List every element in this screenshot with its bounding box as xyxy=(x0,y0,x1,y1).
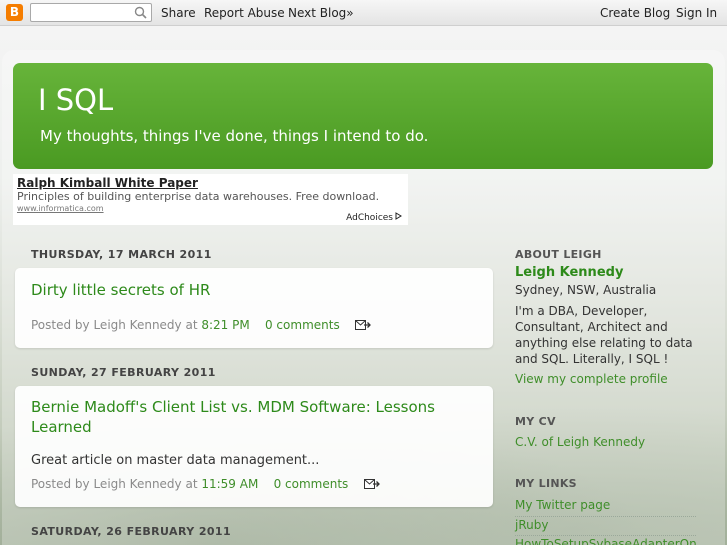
post-time-link[interactable]: 8:21 PM xyxy=(201,318,249,332)
profile-bio: I'm a DBA, Developer, Consultant, Archit… xyxy=(515,303,695,367)
sidebar-link-sybase[interactable]: HowToSetupSybaseAdapterOn xyxy=(515,537,705,545)
blogger-logo-icon[interactable]: B xyxy=(6,4,23,21)
search-icon[interactable] xyxy=(134,6,147,19)
bio-line: anything else relating to data xyxy=(515,336,693,350)
profile-name-link[interactable]: Leigh Kennedy xyxy=(515,265,623,280)
cv-heading: MY CV xyxy=(515,415,556,428)
bio-line: Consultant, Architect and xyxy=(515,320,668,334)
view-profile-link[interactable]: View my complete profile xyxy=(515,372,668,386)
profile-location: Sydney, NSW, Australia xyxy=(515,283,657,297)
ad-url-link[interactable]: www.informatica.com xyxy=(17,204,104,213)
ad-choices-label: AdChoices xyxy=(346,213,393,223)
bio-line: and SQL. Literally, I SQL ! xyxy=(515,352,669,366)
blogger-navbar: B Share Report Abuse Next Blog» Create B… xyxy=(0,0,727,26)
post-title-link[interactable]: Bernie Madoff's Client List vs. MDM Soft… xyxy=(31,397,435,437)
post-title-line: Learned xyxy=(31,418,92,436)
sidebar-link-twitter[interactable]: My Twitter page xyxy=(515,498,610,512)
link-divider xyxy=(515,516,696,517)
link-divider xyxy=(515,535,696,536)
ad-choices-icon xyxy=(395,212,402,220)
report-abuse-link[interactable]: Report Abuse xyxy=(204,6,285,20)
ad-text: Principles of building enterprise data w… xyxy=(17,190,380,203)
blog-post: Dirty little secrets of HR Posted by Lei… xyxy=(15,268,493,348)
date-header: SUNDAY, 27 FEBRUARY 2011 xyxy=(31,366,216,379)
about-heading: ABOUT LEIGH xyxy=(515,248,602,261)
post-footer: Posted by Leigh Kennedy at 8:21 PM 0 com… xyxy=(31,318,371,332)
blog-post: Bernie Madoff's Client List vs. MDM Soft… xyxy=(15,386,493,507)
ad-choices-link[interactable]: AdChoices xyxy=(346,212,402,223)
post-title-link[interactable]: Dirty little secrets of HR xyxy=(31,280,210,300)
email-post-icon[interactable] xyxy=(354,320,371,330)
bio-line: I'm a DBA, Developer, xyxy=(515,304,648,318)
ad-title-link[interactable]: Ralph Kimball White Paper xyxy=(17,176,198,190)
search-input[interactable] xyxy=(30,3,152,22)
sign-in-link[interactable]: Sign In xyxy=(676,6,717,20)
cv-link[interactable]: C.V. of Leigh Kennedy xyxy=(515,435,645,449)
post-title-line: Bernie Madoff's Client List vs. MDM Soft… xyxy=(31,398,435,416)
post-footer: Posted by Leigh Kennedy at 11:59 AM 0 co… xyxy=(31,477,380,491)
post-body: Great article on master data management.… xyxy=(31,453,320,468)
email-post-icon[interactable] xyxy=(363,479,380,489)
links-heading: MY LINKS xyxy=(515,477,577,490)
post-author: Posted by Leigh Kennedy at xyxy=(31,477,198,491)
date-header: THURSDAY, 17 MARCH 2011 xyxy=(31,248,212,261)
date-header: SATURDAY, 26 FEBRUARY 2011 xyxy=(31,525,232,538)
comments-link[interactable]: 0 comments xyxy=(274,477,349,491)
blog-description: My thoughts, things I've done, things I … xyxy=(40,127,429,145)
post-time-link[interactable]: 11:59 AM xyxy=(201,477,258,491)
next-blog-link[interactable]: Next Blog» xyxy=(288,6,354,20)
post-author: Posted by Leigh Kennedy at xyxy=(31,318,198,332)
comments-link[interactable]: 0 comments xyxy=(265,318,340,332)
blog-header: I SQL My thoughts, things I've done, thi… xyxy=(13,63,713,169)
share-link[interactable]: Share xyxy=(161,6,196,20)
sidebar-link-jruby[interactable]: jRuby xyxy=(515,518,548,532)
create-blog-link[interactable]: Create Blog xyxy=(600,6,670,20)
blog-title[interactable]: I SQL xyxy=(38,83,113,117)
ad-banner: Ralph Kimball White Paper Principles of … xyxy=(13,174,408,225)
